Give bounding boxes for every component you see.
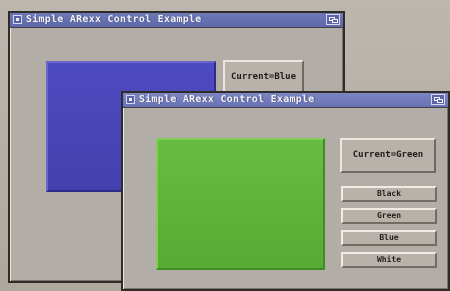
black-button[interactable]: Black — [341, 186, 437, 202]
window-title: Simple ARexx Control Example — [26, 14, 202, 25]
green-color-panel — [156, 138, 325, 270]
current-color-status: Current=Green — [340, 138, 436, 173]
arexx-window-foreground[interactable]: Simple ARexx Control Example Current=Gre… — [121, 91, 450, 291]
window-title-bar[interactable]: Simple ARexx Control Example — [123, 93, 448, 108]
depth-icon[interactable] — [326, 14, 340, 25]
green-button[interactable]: Green — [341, 208, 437, 224]
depth-icon[interactable] — [431, 94, 445, 105]
current-color-status: Current=Blue — [223, 60, 304, 93]
close-icon[interactable] — [126, 95, 135, 104]
window-title: Simple ARexx Control Example — [139, 94, 315, 105]
blue-button[interactable]: Blue — [341, 230, 437, 246]
close-icon[interactable] — [13, 15, 22, 24]
window-title-bar[interactable]: Simple ARexx Control Example — [10, 13, 343, 28]
white-button[interactable]: White — [341, 252, 437, 268]
